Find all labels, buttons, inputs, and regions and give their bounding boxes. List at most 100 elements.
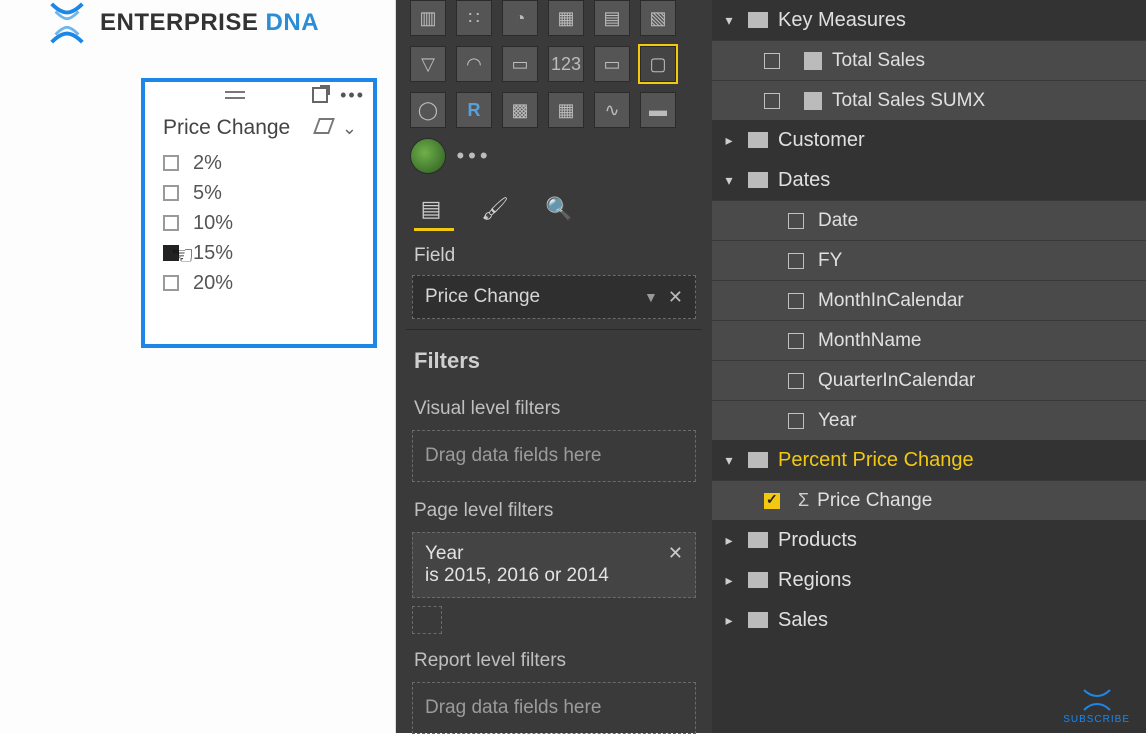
measure-icon (804, 52, 822, 70)
slicer-item-label: 20% (193, 272, 233, 295)
field-label: Total Sales (832, 50, 925, 72)
price-change-slicer[interactable]: ••• Price Change ⌄ 2% 5% 10% 15% 20% (141, 78, 377, 348)
field-monthincalendar[interactable]: MonthInCalendar (712, 280, 1146, 320)
measure-icon (804, 92, 822, 110)
remove-field-icon[interactable]: ✕ (668, 287, 683, 308)
vis-gauge-icon[interactable]: ◠ (456, 46, 492, 82)
vis-pie-icon[interactable]: ◔ (502, 0, 538, 36)
vis-r-icon[interactable]: R (456, 92, 492, 128)
vis-waterfall-icon[interactable]: ▬ (640, 92, 676, 128)
checkbox-icon[interactable] (788, 253, 804, 269)
slicer-item[interactable]: 5% (163, 178, 373, 208)
field-fy[interactable]: FY (712, 240, 1146, 280)
subscribe-label: SUBSCRIBE (1063, 714, 1130, 725)
field-label: Date (818, 210, 858, 232)
checkbox-icon[interactable] (788, 373, 804, 389)
field-label: Year (818, 410, 856, 432)
table-label: Key Measures (778, 9, 906, 32)
vis-more-icon[interactable]: ••• (456, 138, 492, 174)
checkbox-icon[interactable] (764, 53, 780, 69)
vis-slicer-icon[interactable]: ▢ (640, 46, 676, 82)
vis-card-icon[interactable]: ▭ (502, 46, 538, 82)
checkbox-icon[interactable] (163, 215, 179, 231)
table-key-measures[interactable]: ▾ Key Measures (712, 0, 1146, 40)
caret-right-icon: ▸ (720, 132, 738, 149)
table-customer[interactable]: ▸ Customer (712, 120, 1146, 160)
vis-line-icon[interactable]: ∿ (594, 92, 630, 128)
table-sales[interactable]: ▸ Sales (712, 600, 1146, 640)
checkbox-icon[interactable] (788, 333, 804, 349)
slicer-item-label: 15% (193, 242, 233, 265)
format-tab-icon[interactable]: 🖌 (478, 194, 512, 224)
more-options-icon[interactable]: ••• (340, 90, 365, 100)
vis-combo-icon[interactable]: ▥ (410, 0, 446, 36)
slicer-item[interactable]: 20% (163, 268, 373, 298)
field-section-label: Field (406, 231, 702, 275)
add-page-filter[interactable] (412, 606, 442, 634)
checkbox-icon[interactable] (764, 93, 780, 109)
format-tabs: ▤ 🖌 🔍 (406, 180, 702, 224)
fields-tab-icon[interactable]: ▤ (414, 194, 448, 224)
field-year[interactable]: Year (712, 400, 1146, 440)
vis-table-icon[interactable]: ▦ (548, 0, 584, 36)
visualizations-gallery: ▥ ∷ ◔ ▦ ▤ ▧ ▽ ◠ ▭ 123 ▭ ▢ ◯ R ▩ ▦ ∿ ▬ ••… (406, 0, 702, 180)
subscribe-badge[interactable]: SUBSCRIBE (1063, 688, 1130, 725)
vis-donut-icon[interactable]: ◯ (410, 92, 446, 128)
field-date[interactable]: Date (712, 200, 1146, 240)
vis-treemap-icon[interactable]: ▩ (502, 92, 538, 128)
table-products[interactable]: ▸ Products (712, 520, 1146, 560)
chevron-down-icon[interactable]: ▼ (644, 289, 658, 305)
checkbox-icon[interactable] (788, 213, 804, 229)
table-icon (748, 612, 768, 628)
table-icon (748, 532, 768, 548)
vis-arcgis-icon[interactable] (410, 138, 446, 174)
report-level-drop[interactable]: Drag data fields here (412, 682, 696, 734)
visual-level-drop[interactable]: Drag data fields here (412, 430, 696, 482)
vis-column-icon[interactable]: ▦ (548, 92, 584, 128)
vis-matrix-icon[interactable]: ▤ (594, 0, 630, 36)
fields-tree: ▾ Key Measures Total Sales Total Sales S… (712, 0, 1146, 640)
vis-multi-card-icon[interactable]: ▭ (594, 46, 630, 82)
caret-right-icon: ▸ (720, 532, 738, 549)
checkbox-icon[interactable] (788, 293, 804, 309)
vis-map-icon[interactable]: ▧ (640, 0, 676, 36)
caret-down-icon: ▾ (720, 452, 738, 469)
checkbox-icon[interactable] (788, 413, 804, 429)
drag-handle-icon[interactable] (225, 91, 245, 99)
slicer-dropdown-icon[interactable]: ⌄ (342, 118, 357, 139)
focus-mode-icon[interactable] (312, 87, 328, 103)
table-percent-price-change[interactable]: ▾ Percent Price Change (712, 440, 1146, 480)
checkbox-icon[interactable] (163, 245, 179, 261)
table-label: Sales (778, 609, 828, 632)
field-well[interactable]: Price Change ▼ ✕ (412, 275, 696, 319)
field-quarterincalendar[interactable]: QuarterInCalendar (712, 360, 1146, 400)
fields-pane: ▾ Key Measures Total Sales Total Sales S… (712, 0, 1146, 733)
field-total-sales-sumx[interactable]: Total Sales SUMX (712, 80, 1146, 120)
checkbox-icon[interactable] (163, 275, 179, 291)
slicer-item[interactable]: 2% (163, 148, 373, 178)
field-monthname[interactable]: MonthName (712, 320, 1146, 360)
table-dates[interactable]: ▾ Dates (712, 160, 1146, 200)
slicer-item[interactable]: 15% (163, 238, 373, 268)
vis-funnel-icon[interactable]: ▽ (410, 46, 446, 82)
slicer-item[interactable]: 10% (163, 208, 373, 238)
field-label: MonthName (818, 330, 922, 352)
table-icon (748, 132, 768, 148)
slicer-item-label: 2% (193, 152, 222, 175)
table-regions[interactable]: ▸ Regions (712, 560, 1146, 600)
field-total-sales[interactable]: Total Sales (712, 40, 1146, 80)
clear-selection-icon[interactable] (313, 118, 335, 134)
checkbox-icon[interactable] (163, 185, 179, 201)
checkbox-icon[interactable] (163, 155, 179, 171)
vis-kpi-icon[interactable]: 123 (548, 46, 584, 82)
caret-right-icon: ▸ (720, 612, 738, 629)
field-price-change[interactable]: Σ Price Change (712, 480, 1146, 520)
slicer-item-label: 10% (193, 212, 233, 235)
checkbox-icon[interactable] (764, 493, 780, 509)
page-filter-field: Year (425, 543, 683, 565)
analytics-tab-icon[interactable]: 🔍 (542, 194, 576, 224)
page-filter-year[interactable]: Year is 2015, 2016 or 2014 ✕ (412, 532, 696, 598)
vis-scatter-icon[interactable]: ∷ (456, 0, 492, 36)
brand-text-1: ENTERPRISE (100, 9, 266, 36)
remove-filter-icon[interactable]: ✕ (668, 543, 683, 564)
